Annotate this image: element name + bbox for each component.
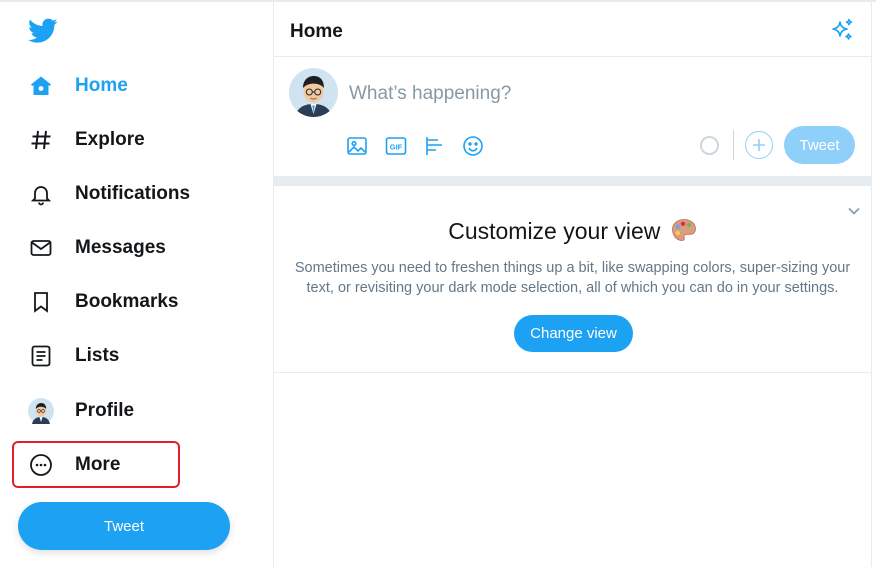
sidebar-item-label: Profile <box>75 400 135 421</box>
hashtag-icon <box>28 127 54 153</box>
sidebar-item-label: Explore <box>75 129 145 150</box>
sidebar-tweet-button[interactable]: Tweet <box>18 502 230 550</box>
sidebar-item-explore[interactable]: Explore <box>16 118 256 162</box>
home-icon <box>28 73 54 99</box>
sidebar: Home Explore Notifications Messages Book… <box>0 2 273 567</box>
envelope-icon <box>28 235 54 261</box>
poll-icon[interactable] <box>422 133 448 159</box>
sidebar-item-label: Bookmarks <box>75 291 179 312</box>
avatar <box>28 398 54 424</box>
change-view-button[interactable]: Change view <box>514 315 633 352</box>
sidebar-item-home[interactable]: Home <box>16 64 256 108</box>
page-title: Home <box>290 21 343 42</box>
timeline-header: Home <box>274 2 871 57</box>
main-right-border <box>871 2 872 567</box>
bookmark-icon <box>28 289 54 315</box>
gif-label: GIF <box>390 143 403 152</box>
sidebar-item-bookmarks[interactable]: Bookmarks <box>16 280 256 324</box>
more-highlight-box <box>12 441 180 488</box>
add-tweet-button[interactable] <box>745 131 773 159</box>
section-divider <box>274 176 871 186</box>
gif-icon[interactable]: GIF <box>383 133 409 159</box>
twitter-bird-icon[interactable] <box>28 18 58 44</box>
composer-avatar[interactable] <box>289 68 338 117</box>
composer-tweet-button[interactable]: Tweet <box>784 126 855 164</box>
card-title: Customize your view <box>274 218 871 245</box>
compose-input[interactable] <box>347 80 831 108</box>
main-timeline: Home GIF <box>274 2 871 567</box>
customize-view-card: Customize your view Sometimes you need t… <box>274 186 871 373</box>
character-counter <box>700 136 719 155</box>
emoji-icon[interactable] <box>460 133 486 159</box>
sidebar-item-messages[interactable]: Messages <box>16 226 256 270</box>
palette-icon <box>671 219 696 241</box>
sidebar-item-label: Home <box>75 75 128 96</box>
sidebar-item-notifications[interactable]: Notifications <box>16 172 256 216</box>
sidebar-item-lists[interactable]: Lists <box>16 334 256 378</box>
bell-icon <box>28 181 54 207</box>
sidebar-item-label: Messages <box>75 237 166 258</box>
sidebar-item-label: Lists <box>75 345 120 366</box>
sidebar-item-label: Notifications <box>75 183 191 204</box>
sidebar-item-profile[interactable]: Profile <box>16 389 256 433</box>
card-title-text: Customize your view <box>448 218 661 244</box>
list-icon <box>28 343 54 369</box>
image-icon[interactable] <box>344 133 370 159</box>
card-description: Sometimes you need to freshen things up … <box>294 260 851 296</box>
composer-separator <box>733 130 734 160</box>
sparkle-icon[interactable] <box>829 17 855 43</box>
